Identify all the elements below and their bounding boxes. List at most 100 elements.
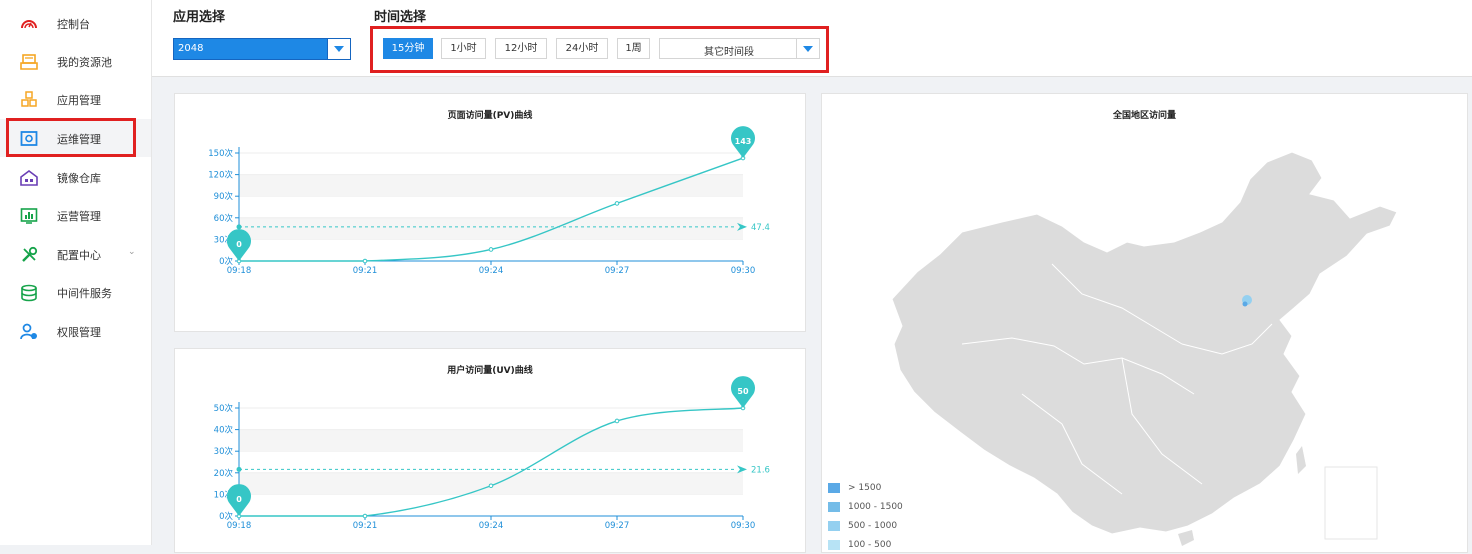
markpoint-label: 0 bbox=[236, 495, 242, 504]
time-button-1w[interactable]: 1周 bbox=[617, 38, 650, 59]
legend-swatch bbox=[828, 482, 840, 493]
legend-swatch bbox=[828, 501, 840, 512]
beijing-dot bbox=[1242, 301, 1248, 307]
config-tools-icon bbox=[22, 246, 38, 262]
sidebar-item-ops-management[interactable]: 运维管理 bbox=[0, 119, 151, 157]
average-line-start bbox=[236, 224, 242, 230]
uv-chart-card: 用户访问量(UV)曲线 0次 10次 20次 30次 40次 50次 09:18 09:21 0… bbox=[174, 348, 806, 553]
app-cubes-icon bbox=[21, 91, 37, 107]
map-card: 全国地区访问量 > 1500 1000 - 1500 500 - 1000 10… bbox=[821, 93, 1468, 553]
data-point bbox=[488, 247, 494, 252]
sidebar-item-app-management[interactable]: 应用管理 bbox=[0, 80, 151, 118]
y-tick-label: 60次 bbox=[214, 213, 234, 224]
resource-pool-icon bbox=[20, 54, 38, 70]
sidebar-item-config-center[interactable]: 配置中心 ⌄ bbox=[0, 235, 151, 273]
middleware-database-icon bbox=[21, 284, 37, 302]
series-line bbox=[239, 407, 744, 517]
time-button-12h[interactable]: 12小时 bbox=[495, 38, 547, 59]
markpoint-label: 0 bbox=[236, 240, 242, 249]
china-map bbox=[891, 151, 1398, 546]
time-other-value: 其它时间段 bbox=[704, 47, 754, 58]
dropdown-arrow[interactable] bbox=[327, 39, 350, 59]
sidebar-item-operations[interactable]: 运营管理 bbox=[0, 196, 151, 234]
sidebar-item-image-repository[interactable]: 镜像仓库 bbox=[0, 158, 151, 196]
sidebar-item-permissions[interactable]: 权限管理 bbox=[0, 312, 151, 350]
sidebar-item-middleware[interactable]: 中间件服务 bbox=[0, 273, 151, 311]
dashboard-gauge-icon bbox=[21, 20, 37, 29]
grid-band bbox=[239, 217, 743, 240]
sidebar-item-label: 镜像仓库 bbox=[57, 172, 101, 185]
x-tick-label: 09:30 bbox=[731, 521, 756, 531]
y-tick-label: 120次 bbox=[208, 170, 233, 181]
x-tick-label: 09:18 bbox=[227, 521, 252, 531]
sidebar-item-label: 控制台 bbox=[57, 18, 90, 31]
chevron-down-icon bbox=[803, 46, 813, 52]
y-tick-label: 30次 bbox=[214, 446, 234, 457]
sidebar-item-label: 配置中心 bbox=[57, 249, 101, 262]
sidebar-item-label: 权限管理 bbox=[57, 326, 101, 339]
x-tick-label: 09:27 bbox=[605, 266, 630, 276]
time-button-15min[interactable]: 15分钟 bbox=[383, 38, 433, 59]
chevron-down-icon bbox=[334, 46, 344, 52]
warehouse-icon bbox=[20, 170, 38, 186]
uv-line-chart: 0次10次20次30次40次50次09:18 09:21 09:24 09:27 09:… bbox=[214, 376, 770, 531]
average-value-label: 47.4 bbox=[751, 223, 770, 233]
legend-item: 1000 - 1500 bbox=[828, 497, 903, 516]
x-tick-label: 09:21 bbox=[353, 521, 378, 531]
y-tick-label: 90次 bbox=[214, 191, 234, 202]
taiwan-island bbox=[1296, 446, 1306, 474]
legend-label: 500 - 1000 bbox=[848, 520, 898, 531]
sidebar-item-label: 运营管理 bbox=[57, 210, 101, 223]
legend-label: 1000 - 1500 bbox=[848, 501, 903, 512]
data-point bbox=[362, 513, 368, 519]
sidebar-item-dashboard[interactable]: 控制台 bbox=[0, 4, 151, 42]
data-point bbox=[488, 483, 494, 489]
sidebar-item-label: 应用管理 bbox=[57, 94, 101, 107]
ops-monitor-icon bbox=[20, 131, 38, 146]
average-arrow-icon bbox=[737, 465, 747, 474]
x-tick-label: 09:21 bbox=[353, 266, 378, 276]
average-value-label: 21.6 bbox=[751, 465, 770, 475]
app-select[interactable]: 2048 bbox=[173, 38, 351, 60]
x-tick-label: 09:30 bbox=[731, 266, 756, 276]
average-line-start bbox=[236, 466, 242, 472]
sidebar-item-resource-pool[interactable]: 我的资源池 bbox=[0, 42, 151, 80]
legend-item: 500 - 1000 bbox=[828, 516, 903, 535]
y-tick-label: 150次 bbox=[208, 148, 233, 159]
sidebar-item-label: 运维管理 bbox=[57, 133, 101, 146]
hainan-island bbox=[1178, 530, 1194, 546]
legend-item: > 1500 bbox=[828, 478, 903, 497]
x-tick-label: 09:24 bbox=[479, 266, 504, 276]
chevron-down-icon: ⌄ bbox=[128, 247, 136, 257]
sidebar-item-label: 中间件服务 bbox=[57, 287, 112, 300]
time-button-24h[interactable]: 24小时 bbox=[556, 38, 608, 59]
time-button-1h[interactable]: 1小时 bbox=[441, 38, 486, 59]
x-tick-label: 09:24 bbox=[479, 521, 504, 531]
app-select-value: 2048 bbox=[178, 43, 204, 54]
sidebar-item-label: 我的资源池 bbox=[57, 56, 112, 69]
y-tick-label: 40次 bbox=[214, 425, 234, 436]
x-tick-label: 09:18 bbox=[227, 266, 252, 276]
sidebar: 控制台 我的资源池 应用管理 运维管理 镜像仓库 运营管理 配置中心 ⌄ 中间件… bbox=[0, 0, 152, 545]
map-legend: > 1500 1000 - 1500 500 - 1000 100 - 500 bbox=[828, 478, 903, 554]
series-line bbox=[239, 157, 744, 262]
legend-label: > 1500 bbox=[848, 482, 882, 493]
operation-chart-icon bbox=[20, 208, 38, 224]
x-tick-label: 09:27 bbox=[605, 521, 630, 531]
time-select-title: 时间选择 bbox=[374, 10, 427, 25]
permission-user-icon bbox=[20, 323, 37, 340]
pv-line-chart: 0次30次60次90次120次150次09:18 09:21 09:24 09:27 0… bbox=[208, 126, 770, 276]
dropdown-arrow[interactable] bbox=[796, 39, 819, 58]
markpoint-label: 143 bbox=[735, 137, 752, 146]
y-tick-label: 20次 bbox=[214, 468, 234, 479]
y-tick-label: 50次 bbox=[214, 403, 234, 414]
legend-swatch bbox=[828, 520, 840, 531]
time-other-select[interactable]: 其它时间段 bbox=[659, 38, 820, 59]
pv-chart-card: 页面访问量(PV)曲线 0次 30次 60次 90次 120次 150次 09:18 09:2… bbox=[174, 93, 806, 332]
data-point bbox=[362, 258, 368, 264]
app-select-title: 应用选择 bbox=[173, 10, 226, 25]
data-point bbox=[614, 201, 620, 206]
filter-bar: 应用选择 2048 时间选择 15分钟 1小时 12小时 24小时 1周 其它时… bbox=[152, 0, 1472, 77]
grid-band bbox=[239, 429, 743, 452]
south-sea-inset bbox=[1324, 466, 1378, 540]
